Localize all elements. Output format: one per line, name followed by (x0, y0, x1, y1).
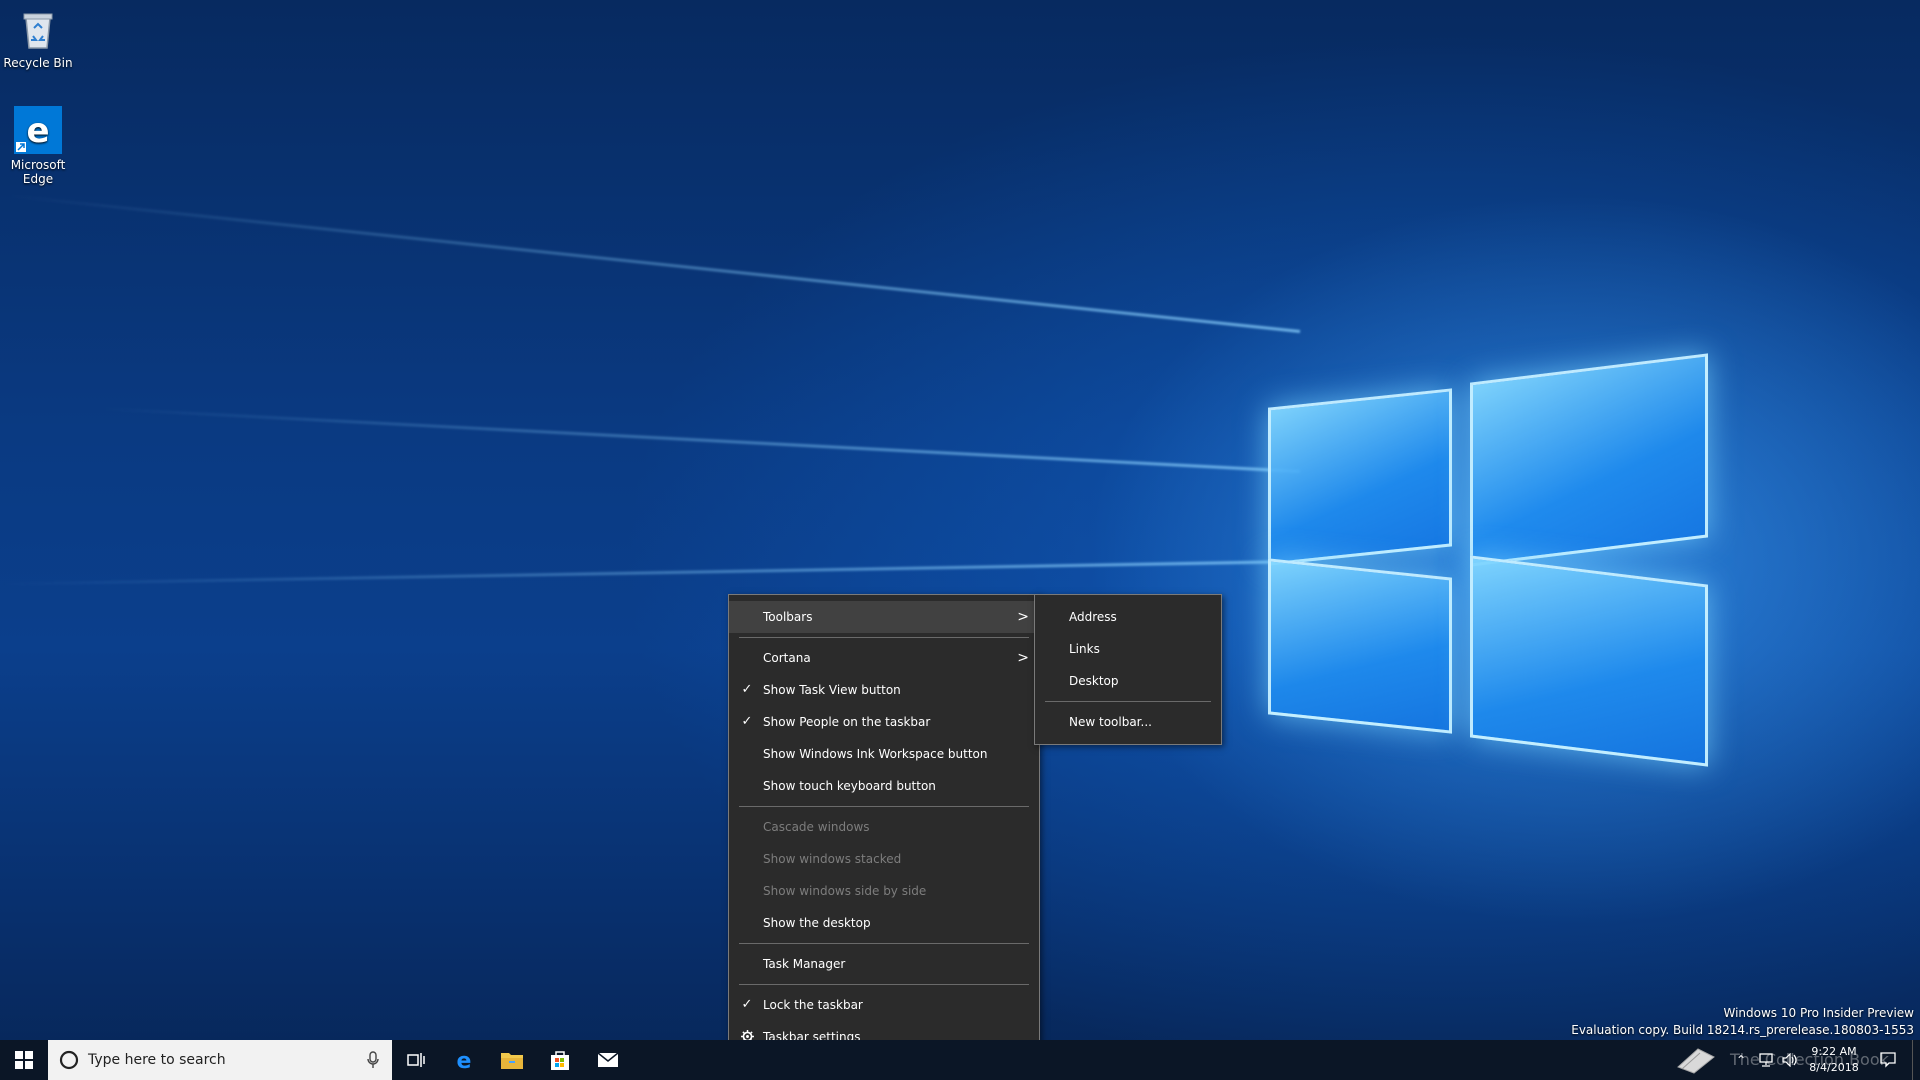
taskbar-context-menu: Toolbars > Cortana > ✓ Show Task View bu… (728, 594, 1040, 1060)
task-view-icon (407, 1053, 425, 1067)
checkmark-icon: ✓ (741, 682, 753, 697)
edge-icon: e (457, 1049, 472, 1072)
windows-logo-pane (1470, 353, 1708, 567)
desktop-icon-label: Microsoft Edge (10, 158, 66, 186)
menu-item-lock-taskbar[interactable]: ✓ Lock the taskbar (729, 989, 1039, 1021)
light-beam (101, 407, 1301, 473)
show-desktop-button[interactable] (1912, 1040, 1920, 1080)
checkmark-icon: ✓ (741, 997, 753, 1012)
light-beam (6, 194, 1301, 333)
task-view-button[interactable] (392, 1040, 440, 1080)
windows-logo-pane (1268, 558, 1452, 734)
chevron-right-icon: > (1017, 609, 1029, 625)
edge-icon: e (14, 106, 62, 154)
menu-item-cascade-windows: Cascade windows (763, 820, 870, 834)
cortana-icon (59, 1050, 79, 1070)
clock[interactable]: 9:22 AM 8/4/2018 (1802, 1044, 1866, 1076)
menu-item-show-touch-keyboard[interactable]: Show touch keyboard button (729, 770, 1039, 802)
taskbar-store-button[interactable] (536, 1040, 584, 1080)
menu-separator (1045, 701, 1211, 702)
menu-item-show-ink-workspace[interactable]: Show Windows Ink Workspace button (729, 738, 1039, 770)
desktop-icon-label: Recycle Bin (3, 56, 73, 70)
taskbar-file-explorer-button[interactable] (488, 1040, 536, 1080)
build-watermark: Windows 10 Pro Insider Preview Evaluatio… (1571, 1006, 1914, 1037)
notifications-icon (1880, 1052, 1896, 1068)
windows-logo-pane (1470, 555, 1708, 767)
menu-item-show-people[interactable]: ✓ Show People on the taskbar (729, 706, 1039, 738)
light-beam (0, 560, 1301, 586)
menu-separator (739, 806, 1029, 807)
network-icon (1759, 1053, 1773, 1067)
people-button[interactable] (1670, 1040, 1722, 1080)
file-explorer-icon (501, 1053, 523, 1069)
network-button[interactable] (1754, 1040, 1778, 1080)
taskbar-mail-button[interactable] (584, 1040, 632, 1080)
menu-item-show-task-view[interactable]: ✓ Show Task View button (729, 674, 1039, 706)
menu-item-windows-side-by-side: Show windows side by side (763, 884, 927, 898)
microphone-icon[interactable] (366, 1051, 380, 1069)
speaker-icon (1782, 1053, 1797, 1067)
submenu-item-new-toolbar[interactable]: New toolbar... (1035, 706, 1221, 738)
recycle-bin-shortcut[interactable]: Recycle Bin (0, 8, 76, 70)
submenu-item-desktop[interactable]: Desktop (1035, 665, 1221, 697)
search-box[interactable]: Type here to search (48, 1040, 392, 1080)
menu-separator (739, 637, 1029, 638)
action-center-button[interactable] (1870, 1040, 1906, 1080)
menu-item-windows-stacked: Show windows stacked (763, 852, 902, 866)
clock-time: 9:22 AM (1811, 1045, 1857, 1058)
notebook-icon (1677, 1048, 1715, 1074)
clock-date: 8/4/2018 (1809, 1061, 1859, 1074)
checkmark-icon: ✓ (741, 714, 753, 729)
menu-item-task-manager[interactable]: Task Manager (729, 948, 1039, 980)
toolbars-submenu: Address Links Desktop New toolbar... (1034, 594, 1222, 745)
windows-start-icon (15, 1051, 33, 1069)
taskbar-edge-button[interactable]: e (440, 1040, 488, 1080)
submenu-item-links[interactable]: Links (1035, 633, 1221, 665)
recycle-bin-icon (16, 8, 60, 52)
menu-separator (739, 943, 1029, 944)
submenu-item-address[interactable]: Address (1035, 601, 1221, 633)
svg-text:e: e (457, 1049, 472, 1072)
svg-text:e: e (26, 111, 49, 151)
edge-shortcut[interactable]: e Microsoft Edge (0, 106, 76, 186)
start-button[interactable] (0, 1040, 48, 1080)
menu-separator (739, 984, 1029, 985)
chevron-right-icon: > (1017, 650, 1029, 666)
mail-icon (597, 1052, 619, 1067)
windows-logo-pane (1268, 388, 1452, 566)
menu-item-cortana[interactable]: Cortana > (729, 642, 1039, 674)
taskbar: Type here to search e The Collection Boo… (0, 1040, 1920, 1080)
search-placeholder: Type here to search (88, 1052, 226, 1068)
show-hidden-icons-button[interactable]: ⌃ (1730, 1040, 1752, 1080)
menu-item-toolbars[interactable]: Toolbars > (729, 601, 1039, 633)
menu-item-show-desktop[interactable]: Show the desktop (729, 907, 1039, 939)
chevron-up-icon: ⌃ (1735, 1053, 1747, 1067)
store-icon (551, 1051, 569, 1070)
volume-button[interactable] (1778, 1040, 1802, 1080)
